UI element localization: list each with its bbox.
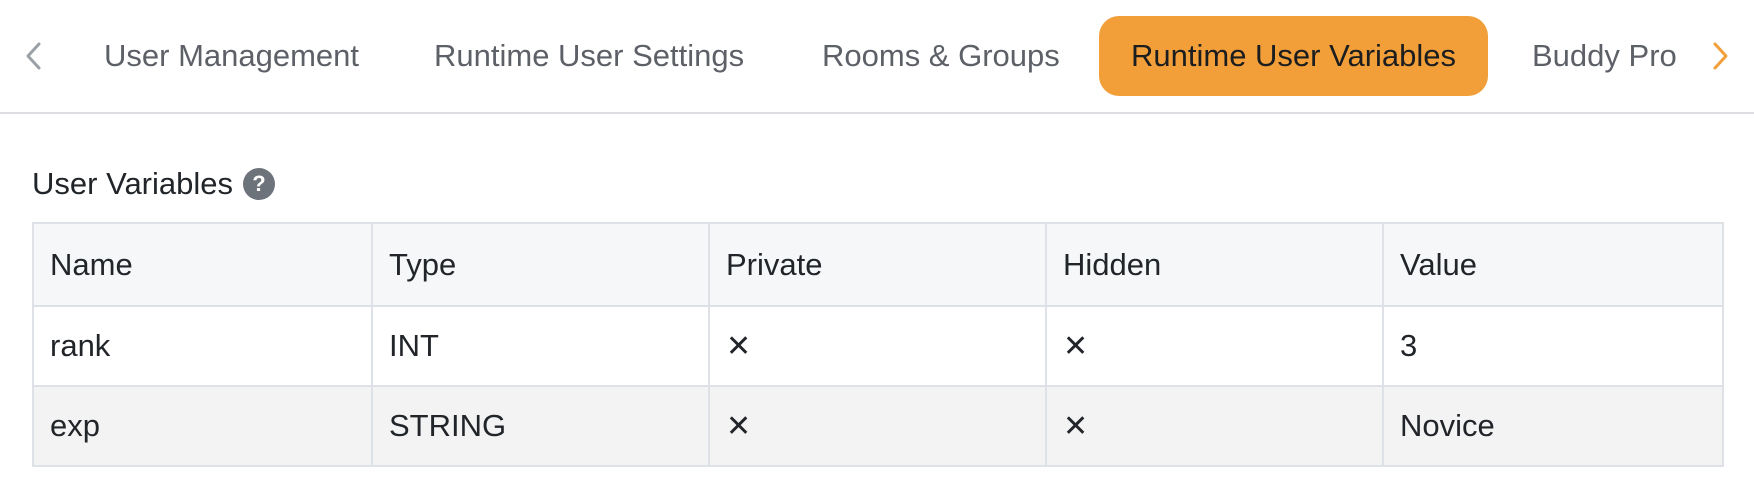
tab-runtime-user-variables[interactable]: Runtime User Variables <box>1099 16 1489 96</box>
cell-type: INT <box>371 305 710 387</box>
scroll-left-button[interactable] <box>14 34 54 78</box>
help-icon[interactable]: ? <box>243 168 276 200</box>
tab-rooms-groups[interactable]: Rooms & Groups <box>822 16 1060 96</box>
cell-private-cross-icon: ✕ <box>708 385 1047 467</box>
tab-runtime-user-settings[interactable]: Runtime User Settings <box>434 16 744 96</box>
tab-label: Runtime User Variables <box>1131 38 1457 73</box>
cell-hidden-cross-icon: ✕ <box>1045 385 1384 467</box>
cell-value: Novice <box>1382 385 1724 467</box>
cell-private-cross-icon: ✕ <box>708 305 1047 387</box>
tab-label: User Management <box>104 38 360 73</box>
cell-name: exp <box>32 385 373 467</box>
tab-label: Buddy Pro <box>1532 38 1677 73</box>
tab-label: Runtime User Settings <box>434 38 745 73</box>
section-title: User Variables <box>32 166 234 201</box>
column-header-name[interactable]: Name <box>32 222 373 307</box>
user-variables-table: Name Type Private Hidden Value rank INT … <box>32 222 1724 467</box>
tab-user-management[interactable]: User Management <box>104 16 359 96</box>
tab-bar: User Management Runtime User Settings Ro… <box>0 0 1754 114</box>
section-header: User Variables ? <box>32 162 276 206</box>
cell-value: 3 <box>1382 305 1724 387</box>
cell-type: STRING <box>371 385 710 467</box>
chevron-left-icon <box>26 42 41 70</box>
cell-name: rank <box>32 305 373 387</box>
tab-label: Rooms & Groups <box>822 38 1060 73</box>
column-header-value[interactable]: Value <box>1382 222 1724 307</box>
column-header-hidden[interactable]: Hidden <box>1045 222 1384 307</box>
table-row[interactable]: exp STRING ✕ ✕ Novice <box>32 385 1724 467</box>
table-row[interactable]: rank INT ✕ ✕ 3 <box>32 305 1724 387</box>
column-header-type[interactable]: Type <box>371 222 710 307</box>
column-header-private[interactable]: Private <box>708 222 1047 307</box>
tab-buddy-pro[interactable]: Buddy Pro <box>1532 16 1677 96</box>
cell-hidden-cross-icon: ✕ <box>1045 305 1384 387</box>
table-header-row: Name Type Private Hidden Value <box>32 222 1724 307</box>
scroll-right-button[interactable] <box>1700 34 1740 78</box>
chevron-right-icon <box>1713 42 1728 70</box>
